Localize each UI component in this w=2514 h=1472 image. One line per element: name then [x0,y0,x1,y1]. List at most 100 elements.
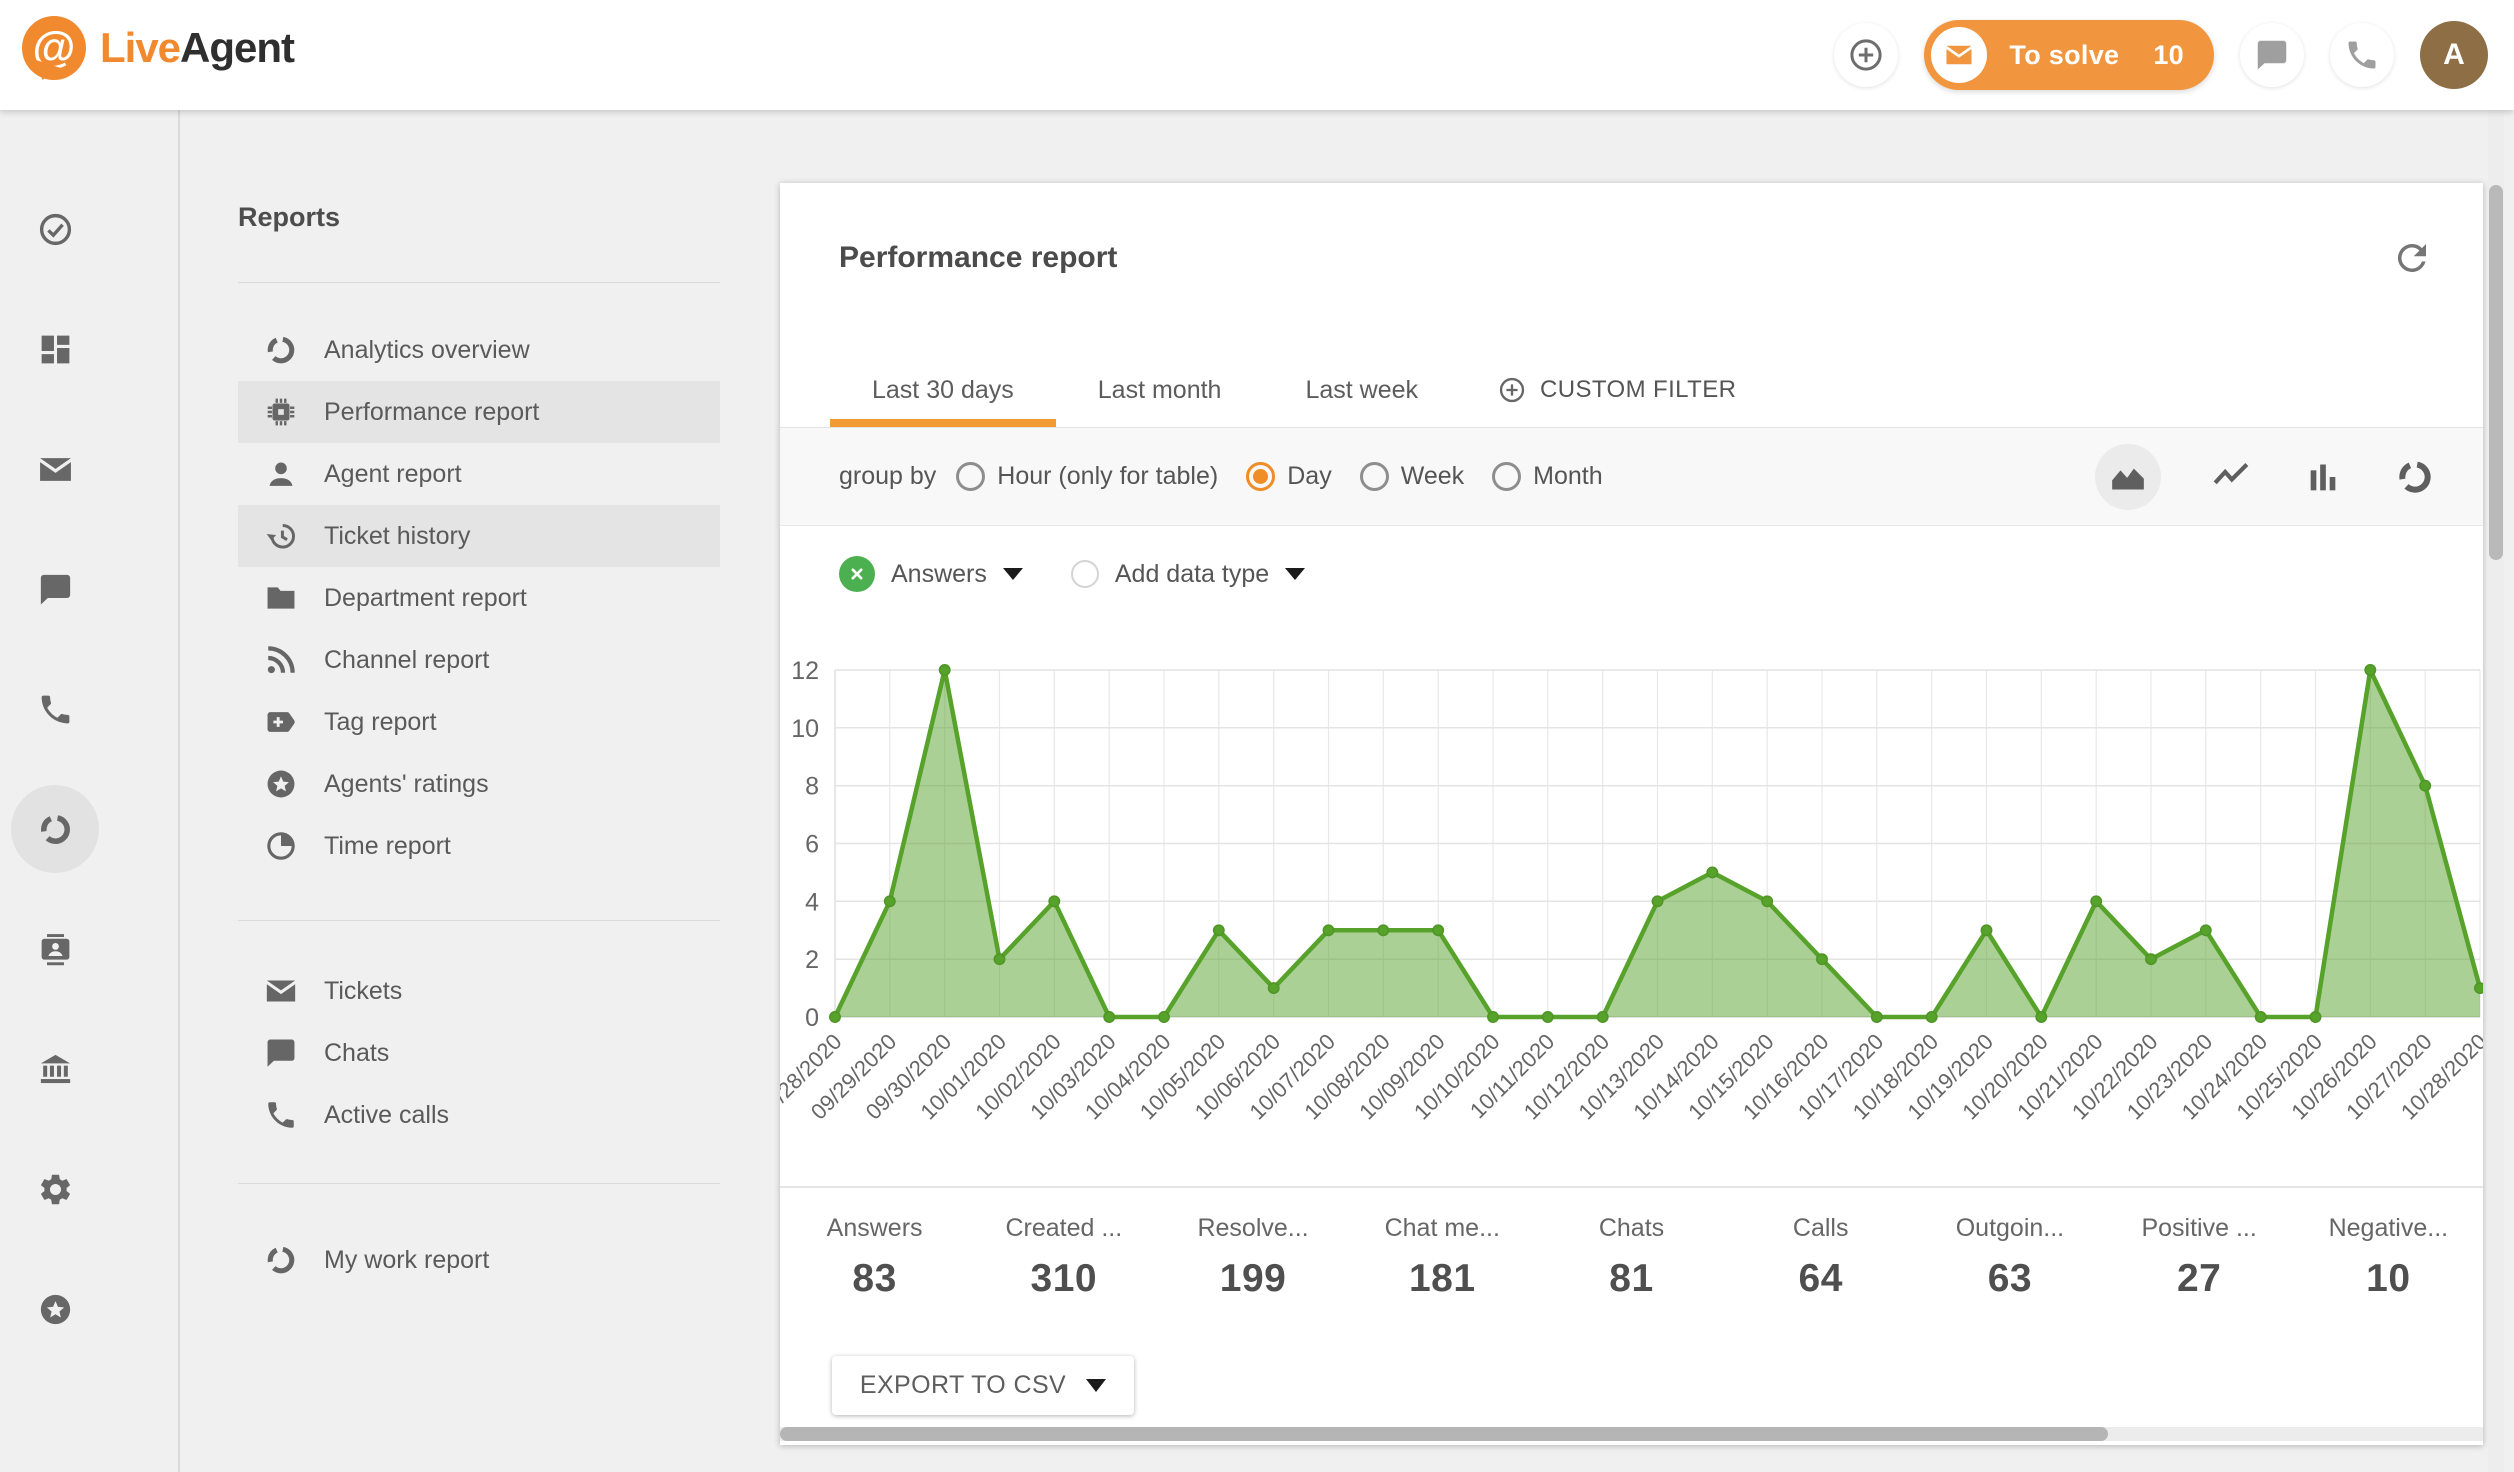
data-point [940,665,950,675]
data-point [1049,896,1059,906]
stat-value: 310 [969,1257,1158,1301]
check-circle-icon [37,211,74,248]
chat-icon [264,1036,298,1070]
custom-filter-button[interactable]: CUSTOM FILTER [1488,353,1746,427]
svg-text:8: 8 [805,773,819,801]
area-icon [2108,457,2148,497]
stat-label: Created ... [969,1214,1158,1243]
calls-header-button[interactable] [2330,23,2394,87]
sidebar-item-performance-report[interactable]: Performance report [238,381,720,443]
data-point [1872,1012,1882,1022]
group-by-option-week[interactable]: Week [1360,462,1464,491]
data-point [885,896,895,906]
chat-icon [2254,37,2290,73]
avatar-initial: A [2443,38,2465,72]
rail-item-ratings[interactable] [11,1265,99,1353]
sidebar-item-label: Channel report [324,646,489,675]
data-point [2310,1012,2320,1022]
series-legend-row: Answers Add data type [839,524,1305,624]
chart-type-bar-button[interactable] [2301,455,2345,499]
stat-negative: Negative...10 [2294,1188,2483,1348]
chart-type-donut-button[interactable] [2393,455,2437,499]
to-solve-button[interactable]: To solve 10 [1924,20,2214,90]
rail-item-settings[interactable] [11,1145,99,1233]
horizontal-scrollbar-thumb[interactable] [780,1427,2108,1441]
date-range-tabs: Last 30 daysLast monthLast week CUSTOM FI… [830,353,1746,427]
sidebar-item-tag-report[interactable]: Tag report [238,691,720,753]
sidebar-item-label: Analytics overview [324,336,530,365]
group-by-option-hour-only-for-table[interactable]: Hour (only for table) [956,462,1218,491]
stat-chat-me: Chat me...181 [1348,1188,1537,1348]
group-by-bar: group by Hour (only for table)DayWeekMon… [780,427,2483,526]
contact-card-icon [37,931,74,968]
rail-item-customers[interactable] [11,905,99,993]
chat-icon [37,571,74,608]
rail-item-company[interactable] [11,1025,99,1113]
rail-item-reports[interactable] [11,785,99,873]
envelope-badge-icon [1931,27,1987,83]
rail-item-chats[interactable] [11,545,99,633]
radio-icon[interactable] [1492,462,1521,491]
data-point [1159,1012,1169,1022]
radio-icon[interactable] [1360,462,1389,491]
sidebar-item-active-calls[interactable]: Active calls [238,1084,720,1146]
export-csv-button[interactable]: EXPORT TO CSV [832,1356,1134,1415]
sidebar-divider [238,282,720,283]
sidebar-item-my-work-report[interactable]: My work report [238,1229,720,1291]
vertical-scrollbar[interactable] [2488,110,2504,1472]
avatar[interactable]: A [2420,21,2488,89]
radio-icon[interactable] [956,462,985,491]
stat-label: Chat me... [1348,1214,1537,1243]
chats-header-button[interactable] [2240,23,2304,87]
data-point [1817,954,1827,964]
vertical-scrollbar-thumb[interactable] [2489,185,2503,560]
sidebar-item-agent-report[interactable]: Agent report [238,443,720,505]
group-by-options: group by Hour (only for table)DayWeekMon… [839,428,1617,525]
svg-text:6: 6 [805,831,819,859]
donut-icon [264,1243,298,1277]
rail-item-calls[interactable] [11,665,99,753]
tab-last-month[interactable]: Last month [1056,353,1264,427]
stat-label: Positive ... [2105,1214,2294,1243]
tag-plus-icon [264,705,298,739]
sidebar-item-ticket-history[interactable]: Ticket history [238,505,720,567]
stat-value: 199 [1158,1257,1347,1301]
mail-icon [1944,40,1974,70]
sidebar-item-channel-report[interactable]: Channel report [238,629,720,691]
sidebar-item-department-report[interactable]: Department report [238,567,720,629]
add-data-type-label: Add data type [1115,560,1269,589]
sidebar-item-time-report[interactable]: Time report [238,815,720,877]
custom-filter-label: CUSTOM FILTER [1540,376,1736,404]
sidebar-item-analytics-overview[interactable]: Analytics overview [238,319,720,381]
data-point [2365,665,2375,675]
svg-text:12: 12 [791,657,819,685]
radio-icon[interactable] [1246,462,1275,491]
sidebar-item-agents-ratings[interactable]: Agents' ratings [238,753,720,815]
tab-last-30-days[interactable]: Last 30 days [830,353,1056,427]
data-point [1652,896,1662,906]
data-point [1104,1012,1114,1022]
grid-icon [37,331,74,368]
horizontal-scrollbar[interactable] [780,1427,2483,1441]
chart-type-area-button[interactable] [2095,444,2161,510]
rail-item-dashboard[interactable] [11,305,99,393]
add-data-type-caret-icon[interactable] [1285,568,1305,580]
remove-series-chip[interactable] [839,556,875,592]
group-by-option-month[interactable]: Month [1492,462,1602,491]
refresh-icon[interactable] [2391,237,2433,279]
sidebar-item-chats[interactable]: Chats [238,1022,720,1084]
data-point [1214,925,1224,935]
add-button[interactable] [1834,23,1898,87]
tab-last-week[interactable]: Last week [1263,353,1460,427]
add-data-type-radio[interactable] [1071,560,1099,588]
sidebar-title: Reports [238,202,340,233]
rail-item-tasks[interactable] [11,185,99,273]
sidebar-item-tickets[interactable]: Tickets [238,960,720,1022]
series-dropdown-caret-icon[interactable] [1003,568,1023,580]
rail-item-tickets[interactable] [11,425,99,513]
chart-type-line-button[interactable] [2209,455,2253,499]
export-caret-icon [1086,1379,1106,1392]
group-by-option-day[interactable]: Day [1246,462,1331,491]
data-point [1323,925,1333,935]
export-csv-label: EXPORT TO CSV [860,1371,1066,1400]
